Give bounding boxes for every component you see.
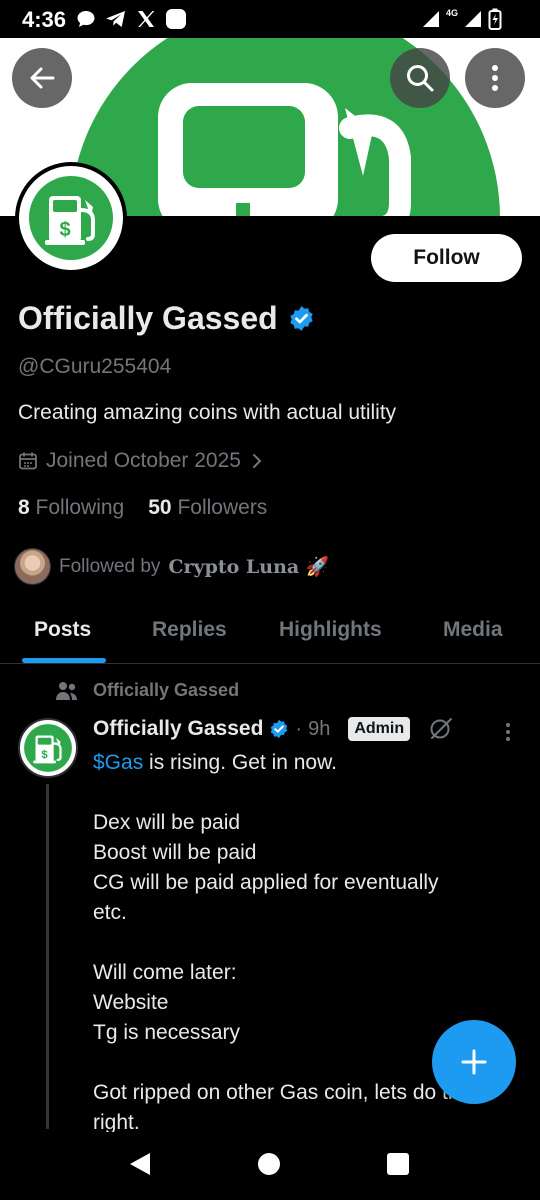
post-line: Boost will be paid — [93, 841, 257, 864]
profile-avatar-image: $ — [19, 166, 123, 270]
followed-by-name: Crypto Luna 🚀 — [168, 556, 330, 578]
svg-text:$: $ — [59, 219, 70, 241]
gas-pump-icon: $ — [24, 724, 72, 772]
post-line: Will come later: — [93, 961, 237, 984]
nav-recents-button[interactable] — [387, 1153, 409, 1175]
post-author-avatar[interactable]: $ — [18, 718, 78, 778]
community-icon — [56, 681, 77, 700]
post-line: Website — [93, 991, 169, 1014]
thread-line — [46, 784, 49, 1129]
follower-avatar — [14, 548, 51, 585]
followers-link[interactable]: 50 Followers — [148, 496, 267, 520]
profile-tabs: Posts Replies Highlights Media — [0, 600, 540, 664]
verified-badge-icon[interactable] — [288, 305, 315, 332]
tab-posts[interactable]: Posts — [34, 618, 91, 642]
post-separator: · — [295, 717, 303, 740]
post-author-name[interactable]: Officially Gassed — [93, 717, 263, 741]
battery-charging-icon — [488, 8, 502, 30]
more-options-button[interactable] — [465, 48, 525, 108]
follow-button[interactable]: Follow — [371, 234, 522, 282]
grok-icon[interactable] — [428, 716, 454, 742]
calendar-icon — [19, 452, 37, 470]
nav-back-icon[interactable] — [128, 1152, 152, 1176]
community-context[interactable]: Officially Gassed — [55, 680, 239, 701]
status-bar: 4:36 4G — [0, 0, 540, 38]
followers-label: Followers — [177, 496, 268, 519]
back-arrow-icon — [30, 67, 55, 89]
back-button[interactable] — [12, 48, 72, 108]
x-logo-icon — [138, 11, 155, 27]
more-vertical-icon — [506, 723, 510, 741]
admin-badge: Admin — [348, 717, 411, 741]
more-vertical-icon — [492, 65, 498, 91]
network-type: 4G — [445, 8, 458, 18]
tab-replies[interactable]: Replies — [152, 618, 227, 642]
following-label: Following — [35, 496, 125, 519]
system-icons: 4G — [422, 8, 502, 30]
followers-count: 50 — [148, 496, 172, 519]
tab-highlights[interactable]: Highlights — [279, 618, 382, 642]
following-count: 8 — [18, 496, 30, 519]
profile-display-name: Officially Gassed — [18, 300, 315, 337]
status-time: 4:36 — [22, 7, 67, 32]
joined-text: Joined October 2025 — [46, 449, 241, 472]
plus-icon — [461, 1049, 487, 1075]
verified-badge-icon — [271, 719, 288, 739]
telegram-icon — [106, 11, 125, 27]
post-header: Officially Gassed · 9h Admin — [93, 716, 533, 742]
community-name: Officially Gassed — [93, 680, 240, 700]
notification-icons — [76, 8, 187, 30]
post-line: $Gas is rising. Get in now. — [93, 748, 523, 778]
profile-bio: Creating amazing coins with actual utili… — [18, 401, 397, 424]
followed-by-prefix: Followed by — [59, 555, 161, 577]
system-nav-bar — [0, 1132, 540, 1200]
wifi-signal-icon — [422, 11, 439, 27]
follow-counts: 8 Following 50 Followers — [18, 496, 267, 520]
post-more-button[interactable] — [505, 722, 511, 747]
post-line: Dex will be paid — [93, 811, 241, 834]
compose-post-button[interactable] — [432, 1020, 516, 1104]
post-timestamp[interactable]: 9h — [308, 718, 330, 741]
tab-media[interactable]: Media — [443, 618, 503, 642]
app-square-icon — [166, 9, 186, 29]
post-line: etc. — [93, 901, 127, 924]
display-name-text: Officially Gassed — [18, 300, 278, 336]
post-line-text: is rising. Get in now. — [143, 751, 337, 774]
post-line: CG will be paid applied for eventually — [93, 871, 439, 894]
followed-by-row[interactable]: Followed by Crypto Luna 🚀 — [14, 548, 329, 585]
following-link[interactable]: 8 Following — [18, 496, 124, 520]
post-line — [93, 778, 523, 808]
cell-signal-icon — [465, 11, 481, 27]
svg-text:$: $ — [41, 749, 48, 761]
gas-pump-icon: $ — [29, 176, 113, 260]
post-line — [93, 928, 523, 958]
profile-avatar[interactable]: $ — [15, 162, 127, 274]
joined-date-row[interactable]: Joined October 2025 — [18, 449, 265, 473]
active-tab-indicator — [22, 658, 106, 663]
search-icon — [407, 65, 434, 92]
search-button[interactable] — [390, 48, 450, 108]
profile-handle: @CGuru255404 — [18, 355, 172, 378]
nav-home-button[interactable] — [258, 1153, 280, 1175]
chat-bubble-icon — [77, 11, 95, 27]
chevron-right-icon — [252, 454, 262, 468]
cashtag-link[interactable]: $Gas — [93, 751, 143, 774]
